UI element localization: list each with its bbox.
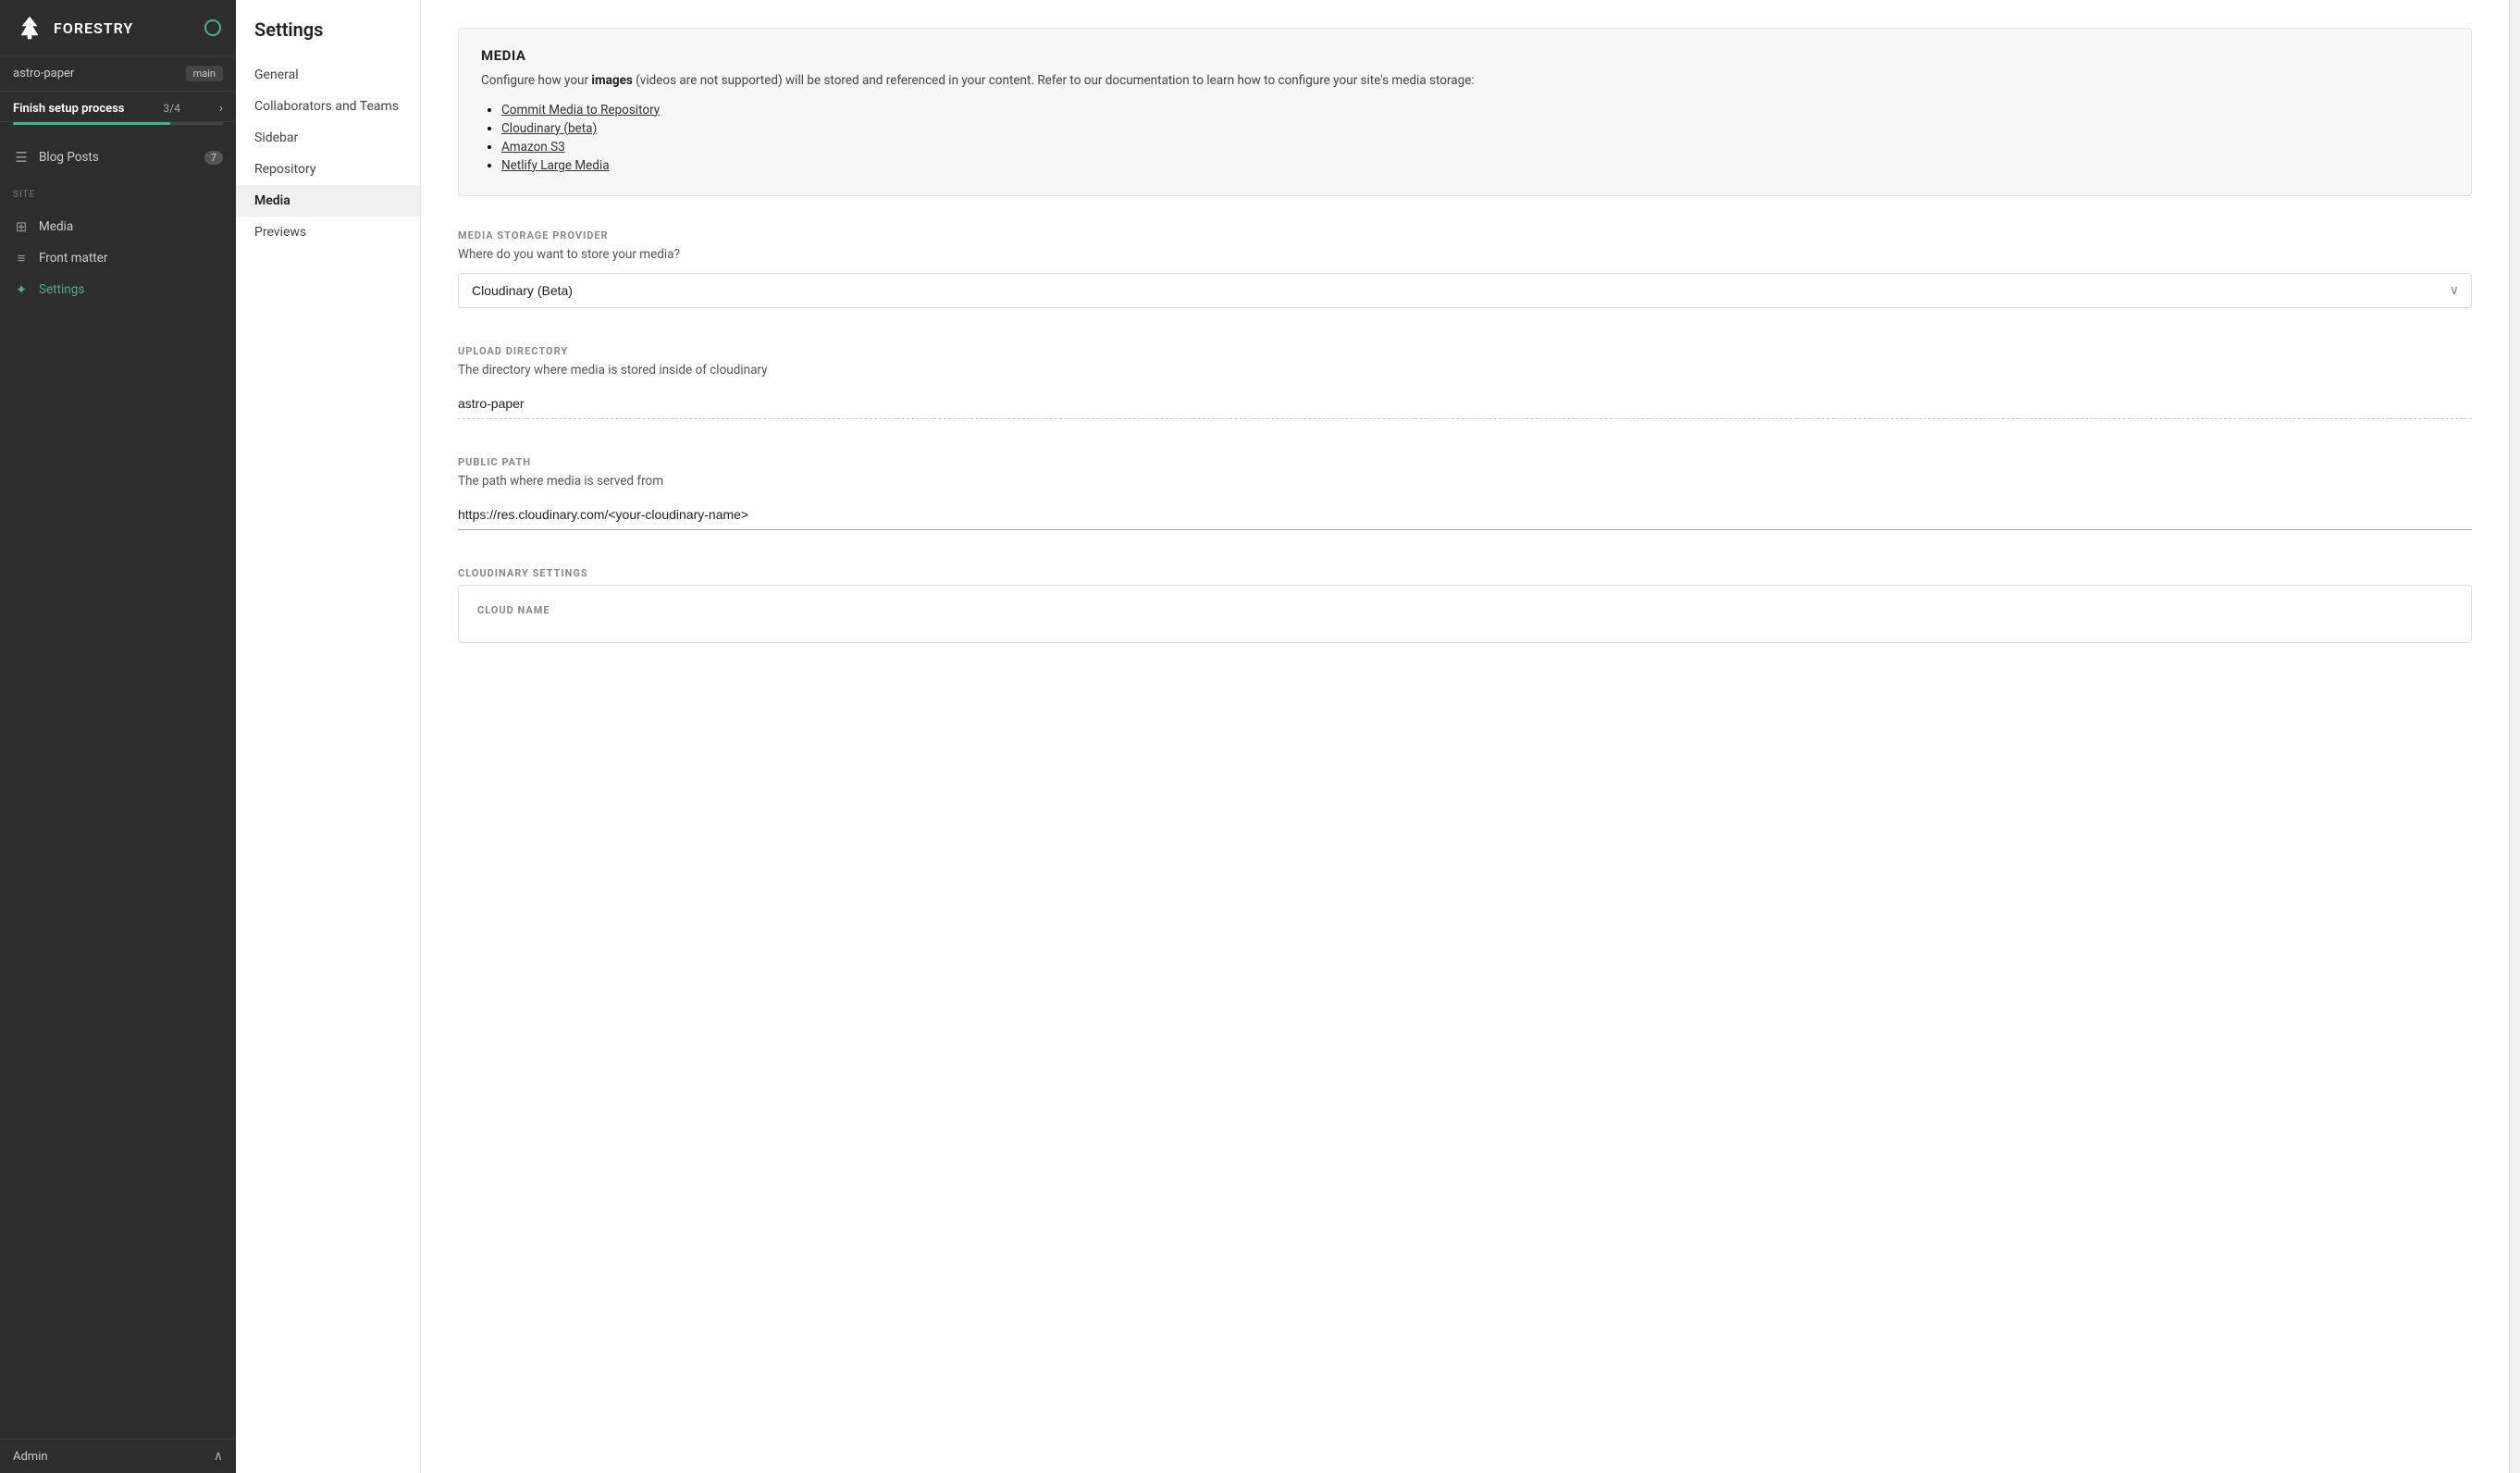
settings-nav-general[interactable]: General	[236, 59, 420, 91]
link-commit-media[interactable]: Commit Media to Repository	[501, 103, 660, 118]
blog-posts-badge: 7	[204, 151, 223, 165]
settings-page-title: Settings	[236, 19, 420, 59]
list-item: Netlify Large Media	[501, 158, 2449, 173]
settings-nav-sidebar[interactable]: Sidebar	[236, 122, 420, 154]
upload-directory-section: UPLOAD DIRECTORY The directory where med…	[458, 345, 2472, 419]
storage-provider-label: MEDIA STORAGE PROVIDER	[458, 229, 2472, 241]
list-item: Commit Media to Repository	[501, 103, 2449, 118]
storage-provider-section: MEDIA STORAGE PROVIDER Where do you want…	[458, 229, 2472, 308]
sidebar-header: FORESTRY	[0, 0, 236, 56]
public-path-input[interactable]	[458, 500, 2472, 530]
link-amazon-s3[interactable]: Amazon S3	[501, 140, 565, 155]
sidebar: FORESTRY astro-paper main Finish setup p…	[0, 0, 236, 1473]
status-indicator	[204, 19, 221, 36]
setup-progress-fill	[13, 122, 170, 125]
settings-nav-repository[interactable]: Repository	[236, 154, 420, 185]
cloud-name-label: CLOUD NAME	[477, 604, 2452, 616]
cloudinary-settings-label: CLOUDINARY SETTINGS	[458, 567, 2472, 579]
sidebar-bottom[interactable]: Admin ∧	[0, 1439, 236, 1473]
settings-nav: Settings General Collaborators and Teams…	[236, 0, 421, 1473]
upload-directory-desc: The directory where media is stored insi…	[458, 363, 2472, 378]
sidebar-item-label-front-matter: Front matter	[39, 251, 107, 266]
link-cloudinary[interactable]: Cloudinary (beta)	[501, 121, 597, 136]
media-desc-part1: Configure how your	[481, 73, 591, 88]
link-netlify[interactable]: Netlify Large Media	[501, 158, 610, 173]
settings-content-area: MEDIA Configure how your images (videos …	[421, 0, 2509, 1473]
media-info-links-list: Commit Media to Repository Cloudinary (b…	[481, 103, 2449, 173]
setup-progress-bar	[13, 122, 223, 125]
sidebar-item-label-settings: Settings	[39, 282, 84, 297]
repo-name: astro-paper	[13, 67, 74, 80]
public-path-desc: The path where media is served from	[458, 474, 2472, 489]
forestry-logo-icon	[15, 13, 44, 43]
logo-text: FORESTRY	[54, 19, 133, 37]
storage-provider-dropdown-wrap: Commit Media to Repository Cloudinary (B…	[458, 273, 2472, 308]
upload-directory-input[interactable]	[458, 389, 2472, 419]
settings-icon: ✦	[13, 281, 30, 298]
storage-provider-select[interactable]: Commit Media to Repository Cloudinary (B…	[458, 273, 2472, 308]
sidebar-content-section: ☰ Blog Posts 7	[0, 134, 236, 180]
setup-bar[interactable]: Finish setup process 3/4 ›	[0, 92, 236, 122]
site-section-label: SITE	[0, 180, 236, 204]
scrollbar-track[interactable]	[2509, 0, 2520, 1473]
settings-nav-media[interactable]: Media	[236, 185, 420, 217]
sidebar-item-label-media: Media	[39, 219, 73, 234]
list-item: Cloudinary (beta)	[501, 121, 2449, 136]
public-path-label: PUBLIC PATH	[458, 456, 2472, 468]
storage-provider-desc: Where do you want to store your media?	[458, 247, 2472, 262]
list-item: Amazon S3	[501, 140, 2449, 155]
setup-count: 3/4	[163, 102, 179, 115]
media-icon: ⊞	[13, 218, 30, 235]
setup-title: Finish setup process	[13, 102, 125, 116]
sidebar-item-label-blog-posts: Blog Posts	[39, 150, 99, 165]
media-desc-part2: (videos are not supported) will be store…	[633, 73, 1475, 88]
cloudinary-settings-section: CLOUDINARY SETTINGS CLOUD NAME	[458, 567, 2472, 643]
file-icon: ☰	[13, 149, 30, 166]
sidebar-item-front-matter[interactable]: ≡ Front matter	[0, 242, 236, 274]
media-info-description: Configure how your images (videos are no…	[481, 71, 2449, 92]
cloudinary-settings-box: CLOUD NAME	[458, 585, 2472, 643]
branch-badge: main	[186, 66, 223, 81]
chevron-right-icon: ›	[219, 101, 223, 116]
logo-area: FORESTRY	[15, 13, 133, 43]
media-info-box: MEDIA Configure how your images (videos …	[458, 28, 2472, 196]
settings-nav-collaborators[interactable]: Collaborators and Teams	[236, 91, 420, 122]
admin-label: Admin	[13, 1450, 48, 1464]
media-desc-bold: images	[591, 73, 632, 88]
main-area: Settings General Collaborators and Teams…	[236, 0, 2520, 1473]
upload-directory-label: UPLOAD DIRECTORY	[458, 345, 2472, 357]
sidebar-item-media[interactable]: ⊞ Media	[0, 211, 236, 242]
sidebar-item-blog-posts[interactable]: ☰ Blog Posts 7	[0, 142, 236, 173]
repo-bar[interactable]: astro-paper main	[0, 56, 236, 92]
front-matter-icon: ≡	[13, 250, 30, 266]
sidebar-item-settings[interactable]: ✦ Settings	[0, 274, 236, 305]
media-info-title: MEDIA	[481, 47, 2449, 64]
public-path-section: PUBLIC PATH The path where media is serv…	[458, 456, 2472, 530]
chevron-up-icon: ∧	[214, 1449, 223, 1464]
sidebar-site-section: ⊞ Media ≡ Front matter ✦ Settings	[0, 204, 236, 313]
settings-nav-previews[interactable]: Previews	[236, 217, 420, 248]
